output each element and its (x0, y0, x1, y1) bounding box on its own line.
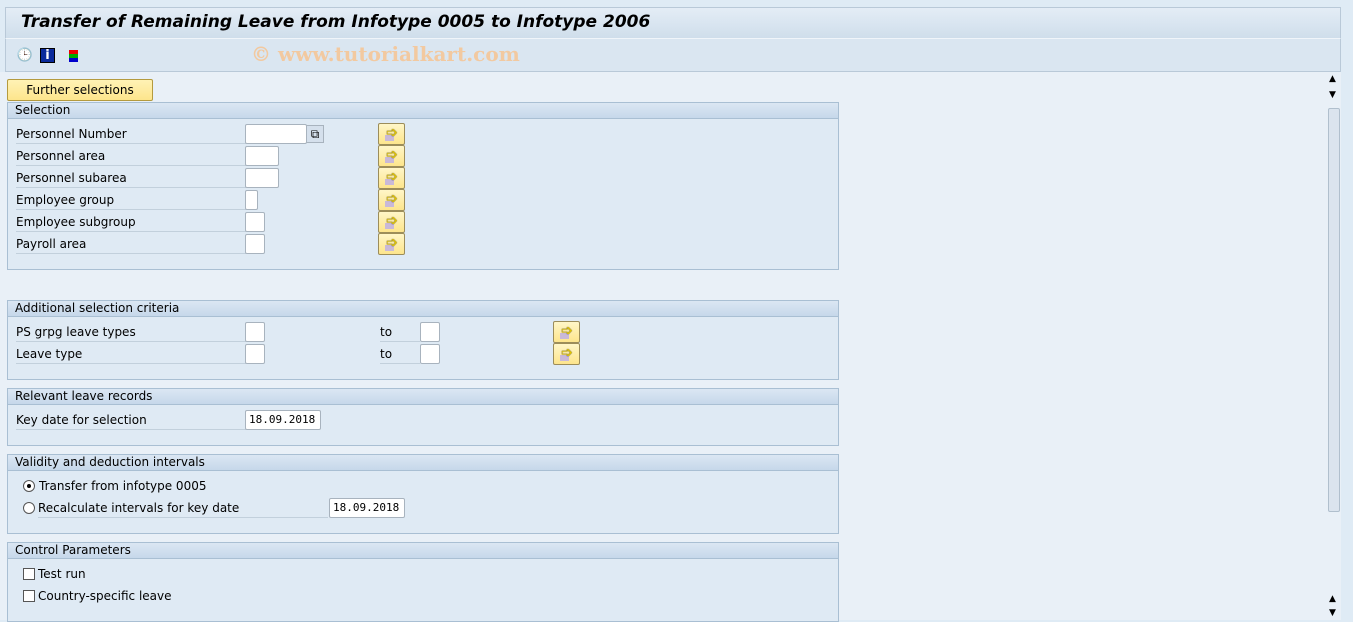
multiple-selection-button[interactable]: ➩ (378, 211, 405, 233)
further-selections-button[interactable]: Further selections (7, 79, 153, 101)
to-label: to (380, 343, 420, 364)
arrow-right-icon: ➩ (386, 235, 398, 251)
ps-grpg-leave-types-to[interactable] (420, 322, 440, 342)
employee-group-label: Employee group (16, 189, 246, 210)
key-date-label: Key date for selection (16, 409, 246, 430)
vertical-scrollbar[interactable]: ▲ ▼ ▲ ▼ (1327, 72, 1341, 620)
scroll-down-page-icon[interactable]: ▼ (1329, 90, 1336, 100)
group-header: Relevant leave records (8, 389, 838, 405)
info-icon[interactable]: i (40, 48, 55, 63)
arrow-right-icon: ➩ (386, 191, 398, 207)
personnel-area-label: Personnel area (16, 145, 246, 166)
title-bar: Transfer of Remaining Leave from Infotyp… (5, 7, 1341, 38)
transfer-from-0005-radio[interactable] (23, 480, 35, 492)
recalculate-intervals-radio[interactable] (23, 502, 35, 514)
personnel-subarea-label: Personnel subarea (16, 167, 246, 188)
group-header: Validity and deduction intervals (8, 455, 838, 471)
scrollbar-thumb[interactable] (1328, 108, 1340, 512)
employee-group-input[interactable] (245, 190, 258, 210)
personnel-area-input[interactable] (245, 146, 279, 166)
multiple-selection-button[interactable]: ➩ (553, 321, 580, 343)
group-header: Control Parameters (8, 543, 838, 559)
arrow-right-icon: ➩ (386, 147, 398, 163)
arrow-right-icon: ➩ (561, 323, 573, 339)
payroll-area-input[interactable] (245, 234, 265, 254)
employee-subgroup-label: Employee subgroup (16, 211, 246, 232)
multiple-selection-button[interactable]: ➩ (378, 145, 405, 167)
payroll-area-label: Payroll area (16, 233, 246, 254)
ps-grpg-leave-types-from[interactable] (245, 322, 265, 342)
to-label: to (380, 321, 420, 342)
application-toolbar: 🕒 i © www.tutorialkart.com (5, 38, 1341, 72)
multiple-selection-button[interactable]: ➩ (378, 233, 405, 255)
personnel-subarea-input[interactable] (245, 168, 279, 188)
recalculate-key-date-input[interactable]: 18.09.2018 (329, 498, 405, 518)
group-header: Additional selection criteria (8, 301, 838, 317)
selection-options-icon[interactable] (64, 47, 82, 65)
arrow-right-icon: ➩ (561, 345, 573, 361)
scroll-up-icon[interactable]: ▲ (1329, 74, 1336, 84)
test-run-label: Test run (38, 567, 86, 581)
transfer-from-0005-label: Transfer from infotype 0005 (39, 479, 207, 493)
validity-group: Validity and deduction intervals (7, 454, 839, 534)
control-parameters-group: Control Parameters (7, 542, 839, 622)
key-date-input[interactable]: 18.09.2018 (245, 410, 321, 430)
recalculate-intervals-label: Recalculate intervals for key date (38, 497, 328, 518)
multiple-selection-icon[interactable]: ⧉ (306, 125, 324, 143)
personnel-number-input[interactable] (245, 124, 307, 144)
employee-subgroup-input[interactable] (245, 212, 265, 232)
execute-icon[interactable]: 🕒 (16, 47, 34, 65)
page-title: Transfer of Remaining Leave from Infotyp… (21, 12, 651, 32)
selection-screen: Further selections Selection Additional … (0, 72, 1327, 622)
test-run-checkbox[interactable] (23, 568, 35, 580)
ps-grpg-leave-types-label: PS grpg leave types (16, 321, 246, 342)
country-specific-leave-checkbox[interactable] (23, 590, 35, 602)
leave-type-label: Leave type (16, 343, 246, 364)
arrow-right-icon: ➩ (386, 125, 398, 141)
leave-type-to[interactable] (420, 344, 440, 364)
country-specific-leave-label: Country-specific leave (38, 589, 172, 603)
personnel-number-label: Personnel Number (16, 123, 246, 144)
leave-type-from[interactable] (245, 344, 265, 364)
multiple-selection-button[interactable]: ➩ (378, 123, 405, 145)
multiple-selection-button[interactable]: ➩ (378, 189, 405, 211)
scroll-up-page-icon[interactable]: ▲ (1329, 594, 1336, 604)
watermark: © www.tutorialkart.com (251, 42, 520, 66)
multiple-selection-button[interactable]: ➩ (378, 167, 405, 189)
arrow-right-icon: ➩ (386, 213, 398, 229)
scroll-down-icon[interactable]: ▼ (1329, 608, 1336, 618)
multiple-selection-button[interactable]: ➩ (553, 343, 580, 365)
group-header: Selection (8, 103, 838, 119)
arrow-right-icon: ➩ (386, 169, 398, 185)
